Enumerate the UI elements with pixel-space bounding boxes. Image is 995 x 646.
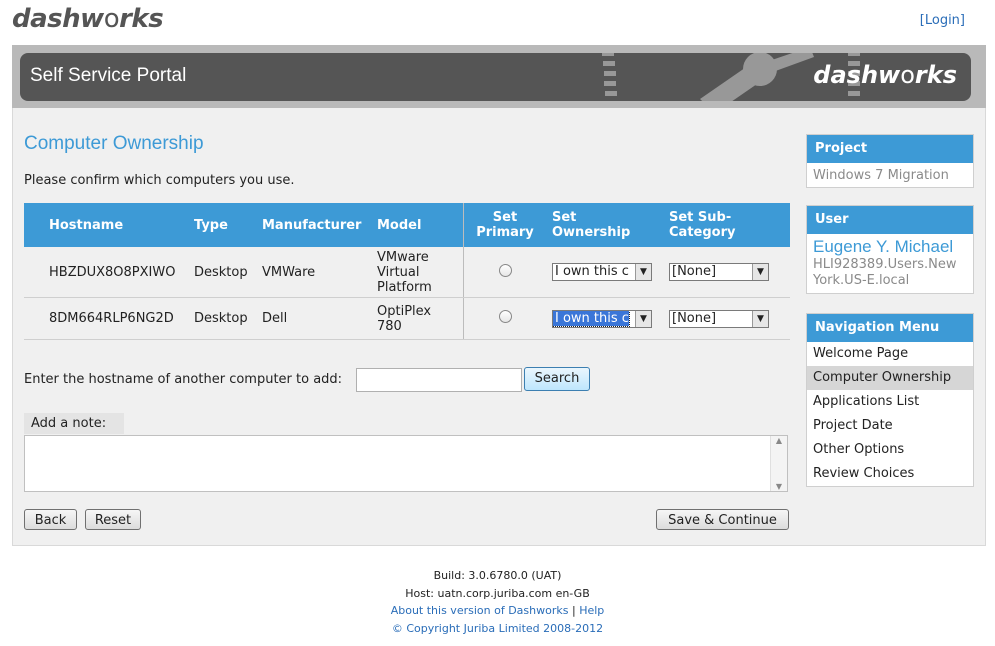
footer-separator: | (571, 604, 576, 617)
main-panel: Computer Ownership Please confirm which … (12, 108, 986, 546)
table-row: HBZDUX8O8PXIWO Desktop VMWare VMware Vir… (24, 247, 790, 298)
cell-set-ownership: I own this c ▼ (546, 247, 663, 298)
save-continue-button[interactable]: Save & Continue (656, 509, 789, 530)
user-host: HLI928389.Users.New York.US-E.local (813, 257, 957, 288)
note-textarea[interactable]: ▲ ▼ (24, 435, 788, 492)
copyright-link[interactable]: © Copyright Juriba Limited 2008-2012 (392, 622, 603, 635)
col-hostname: Hostname (24, 203, 188, 247)
ownership-select[interactable]: I own this c ▼ (552, 263, 652, 281)
subcategory-select[interactable]: [None] ▼ (669, 263, 769, 281)
about-link[interactable]: About this version of Dashworks (391, 604, 569, 617)
login-link[interactable]: [Login] (920, 13, 965, 28)
back-button[interactable]: Back (24, 509, 77, 530)
user-heading: User (807, 206, 973, 234)
footer: Build: 3.0.6780.0 (UAT) Host: uatn.corp.… (0, 567, 995, 637)
cell-hostname: 8DM664RLP6NG2D (24, 297, 188, 340)
reset-button[interactable]: Reset (85, 509, 141, 530)
banner-title: Self Service Portal (30, 65, 187, 86)
scroll-up-icon[interactable]: ▲ (771, 436, 787, 445)
help-link[interactable]: Help (579, 604, 604, 617)
cell-set-ownership: I own this c ▼ (546, 297, 663, 340)
cell-model: OptiPlex 780 (371, 297, 464, 340)
cell-hostname: HBZDUX8O8PXIWO (24, 247, 188, 298)
host-info: Host: uatn.corp.juriba.com en-GB (405, 586, 590, 600)
project-box: Project Windows 7 Migration (806, 134, 974, 188)
nav-item-welcome-page[interactable]: Welcome Page (807, 342, 973, 366)
user-name: Eugene Y. Michael (813, 237, 954, 256)
ownership-select-value: I own this c (553, 310, 630, 327)
table-header-row: Hostname Type Manufacturer Model Set Pri… (24, 203, 790, 247)
banner-logo: dashworks (813, 61, 957, 89)
logo-part: o (900, 61, 915, 89)
col-set-primary: Set Primary (463, 203, 546, 247)
note-label: Add a note: (24, 413, 124, 434)
scroll-down-icon[interactable]: ▼ (771, 482, 787, 491)
logo-part: o (103, 4, 120, 34)
col-model: Model (371, 203, 464, 247)
dashworks-logo: dashworks (12, 4, 164, 34)
set-primary-radio[interactable] (498, 263, 512, 277)
nav-item-applications-list[interactable]: Applications List (807, 390, 973, 414)
ownership-select-value: I own this c (555, 264, 629, 279)
add-computer-label: Enter the hostname of another computer t… (24, 372, 343, 387)
project-value: Windows 7 Migration (813, 168, 949, 183)
chevron-down-icon[interactable]: ▼ (752, 264, 768, 280)
col-set-subcategory: Set Sub-Category (663, 203, 790, 247)
note-scrollbar[interactable]: ▲ ▼ (770, 436, 787, 491)
banner-inner: Self Service Portal dashworks (20, 53, 971, 101)
cell-manufacturer: Dell (256, 297, 371, 340)
table-row: 8DM664RLP6NG2D Desktop Dell OptiPlex 780… (24, 297, 790, 340)
cell-manufacturer: VMWare (256, 247, 371, 298)
logo-part: w (878, 61, 901, 89)
nav-item-review-choices[interactable]: Review Choices (807, 462, 973, 486)
chevron-down-icon[interactable]: ▼ (635, 310, 651, 327)
project-heading: Project (807, 135, 973, 163)
logo-part: dash (813, 61, 879, 89)
chevron-down-icon[interactable]: ▼ (752, 310, 768, 327)
col-type: Type (188, 203, 256, 247)
nav-item-other-options[interactable]: Other Options (807, 438, 973, 462)
col-set-ownership: Set Ownership (546, 203, 663, 247)
intro-text: Please confirm which computers you use. (24, 173, 295, 188)
subcategory-select[interactable]: [None] ▼ (669, 309, 769, 328)
search-button[interactable]: Search (524, 367, 590, 391)
ownership-select[interactable]: I own this c ▼ (552, 309, 652, 328)
cell-set-subcategory: [None] ▼ (663, 297, 790, 340)
col-manufacturer: Manufacturer (256, 203, 371, 247)
cell-type: Desktop (188, 247, 256, 298)
cell-set-subcategory: [None] ▼ (663, 247, 790, 298)
cell-model: VMware Virtual Platform (371, 247, 464, 298)
logo-part: w (80, 4, 104, 34)
logo-part: rks (119, 4, 164, 34)
computers-table: Hostname Type Manufacturer Model Set Pri… (24, 203, 790, 340)
page-title: Computer Ownership (24, 133, 204, 154)
chevron-down-icon[interactable]: ▼ (635, 264, 651, 280)
cell-type: Desktop (188, 297, 256, 340)
banner: Self Service Portal dashworks (12, 45, 986, 108)
copyright: © Copyright Juriba Limited 2008-2012 (0, 620, 995, 638)
cell-set-primary (463, 297, 546, 340)
build-info: Build: 3.0.6780.0 (UAT) (433, 569, 562, 582)
navigation-menu: Navigation Menu Welcome Page Computer Ow… (806, 313, 974, 487)
subcategory-select-value: [None] (672, 310, 717, 326)
user-box: User Eugene Y. Michael HLI928389.Users.N… (806, 205, 974, 294)
nav-heading: Navigation Menu (807, 314, 973, 342)
logo-part: rks (914, 61, 957, 89)
nav-item-computer-ownership[interactable]: Computer Ownership (807, 366, 973, 390)
cell-set-primary (463, 247, 546, 298)
set-primary-radio[interactable] (498, 310, 512, 323)
hostname-input[interactable] (356, 368, 522, 392)
footer-links: About this version of Dashworks | Help (0, 602, 995, 620)
logo-part: dash (12, 4, 81, 34)
nav-item-project-date[interactable]: Project Date (807, 414, 973, 438)
subcategory-select-value: [None] (672, 264, 717, 279)
